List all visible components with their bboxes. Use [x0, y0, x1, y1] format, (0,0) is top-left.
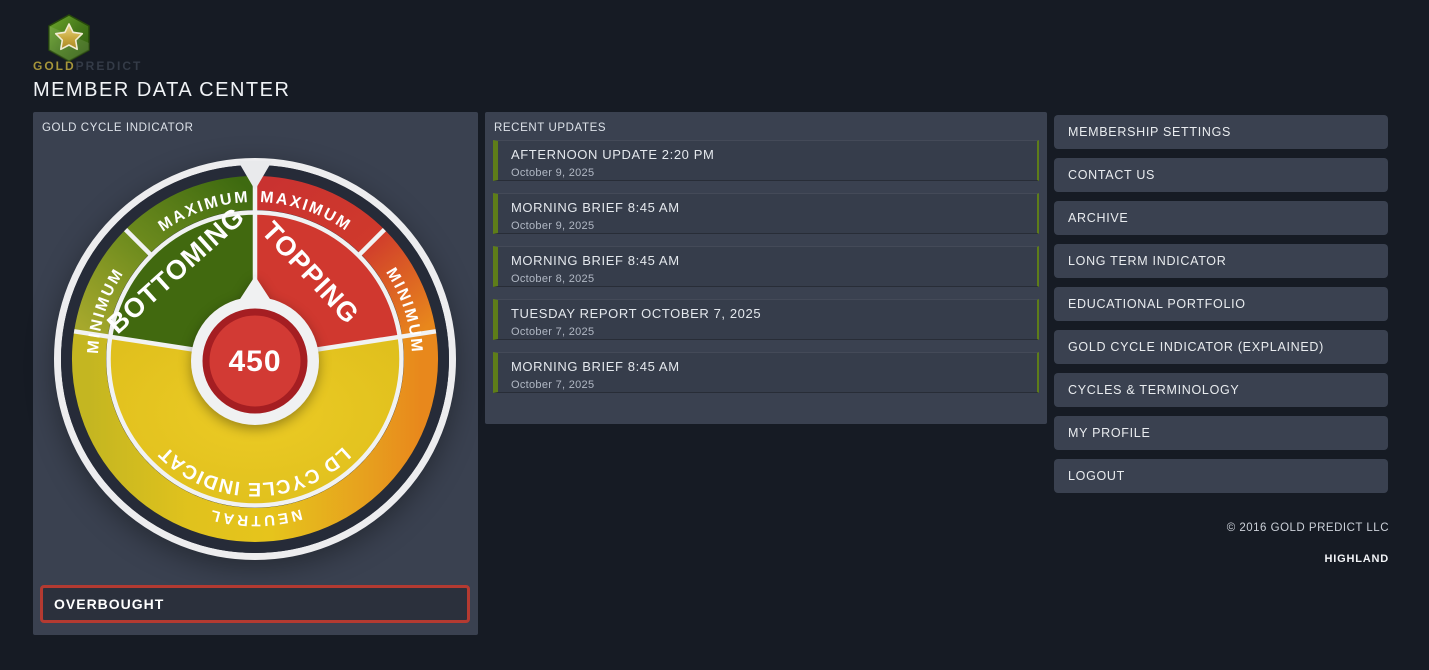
update-item[interactable]: AFTERNOON UPDATE 2:20 PM October 9, 2025: [493, 140, 1039, 181]
update-date: October 8, 2025: [511, 273, 595, 285]
member-data-center-page: { "brand": { "gold": "GOLD", "predict": …: [0, 0, 1429, 670]
gold-cycle-gauge: MINIMUM MAXIMUM MAXIMUM MINIMUM NEUTRAL …: [45, 149, 456, 560]
gold-cycle-indicator-panel: GOLD CYCLE INDICATOR MINIMUM MAXIMUM MAX…: [33, 112, 478, 635]
status-badge-overbought: OVERBOUGHT: [40, 585, 470, 623]
gauge-panel-title: GOLD CYCLE INDICATOR: [42, 122, 194, 134]
update-date: October 7, 2025: [511, 326, 595, 338]
update-date: October 7, 2025: [511, 379, 595, 391]
menu-item-long-term-indicator[interactable]: LONG TERM INDICATOR: [1054, 244, 1388, 278]
update-title: MORNING BRIEF 8:45 AM: [511, 359, 680, 374]
update-date: October 9, 2025: [511, 220, 595, 232]
brand-predict-text: PREDICT: [75, 59, 143, 73]
page-title: MEMBER DATA CENTER: [33, 79, 291, 101]
menu-item-logout[interactable]: LOGOUT: [1054, 459, 1388, 493]
brand-name: GOLDPREDICT: [33, 59, 142, 73]
menu-item-membership-settings[interactable]: MEMBERSHIP SETTINGS: [1054, 115, 1388, 149]
recent-updates-panel: RECENT UPDATES AFTERNOON UPDATE 2:20 PM …: [485, 112, 1047, 424]
update-item[interactable]: MORNING BRIEF 8:45 AM October 9, 2025: [493, 193, 1039, 234]
main-menu: MEMBERSHIP SETTINGS CONTACT US ARCHIVE L…: [1054, 115, 1388, 502]
updates-panel-title: RECENT UPDATES: [494, 122, 607, 134]
update-date: October 9, 2025: [511, 167, 595, 179]
update-title: AFTERNOON UPDATE 2:20 PM: [511, 147, 715, 162]
update-title: MORNING BRIEF 8:45 AM: [511, 200, 680, 215]
update-title: TUESDAY REPORT OCTOBER 7, 2025: [511, 306, 762, 321]
star-shield-icon: [48, 14, 90, 62]
menu-item-cycles-terminology[interactable]: CYCLES & TERMINOLOGY: [1054, 373, 1388, 407]
menu-item-educational-portfolio[interactable]: EDUCATIONAL PORTFOLIO: [1054, 287, 1388, 321]
footer-copyright: © 2016 GOLD PREDICT LLC: [1226, 522, 1389, 534]
update-item[interactable]: MORNING BRIEF 8:45 AM October 8, 2025: [493, 246, 1039, 287]
brand-gold-text: GOLD: [33, 59, 76, 73]
menu-item-gold-cycle-indicator-explained[interactable]: GOLD CYCLE INDICATOR (EXPLAINED): [1054, 330, 1388, 364]
update-title: MORNING BRIEF 8:45 AM: [511, 253, 680, 268]
menu-item-my-profile[interactable]: MY PROFILE: [1054, 416, 1388, 450]
footer-credit: HIGHLAND: [1324, 553, 1389, 565]
menu-item-archive[interactable]: ARCHIVE: [1054, 201, 1388, 235]
update-item[interactable]: MORNING BRIEF 8:45 AM October 7, 2025: [493, 352, 1039, 393]
menu-item-contact-us[interactable]: CONTACT US: [1054, 158, 1388, 192]
gauge-value: 450: [228, 345, 281, 378]
update-item[interactable]: TUESDAY REPORT OCTOBER 7, 2025 October 7…: [493, 299, 1039, 340]
